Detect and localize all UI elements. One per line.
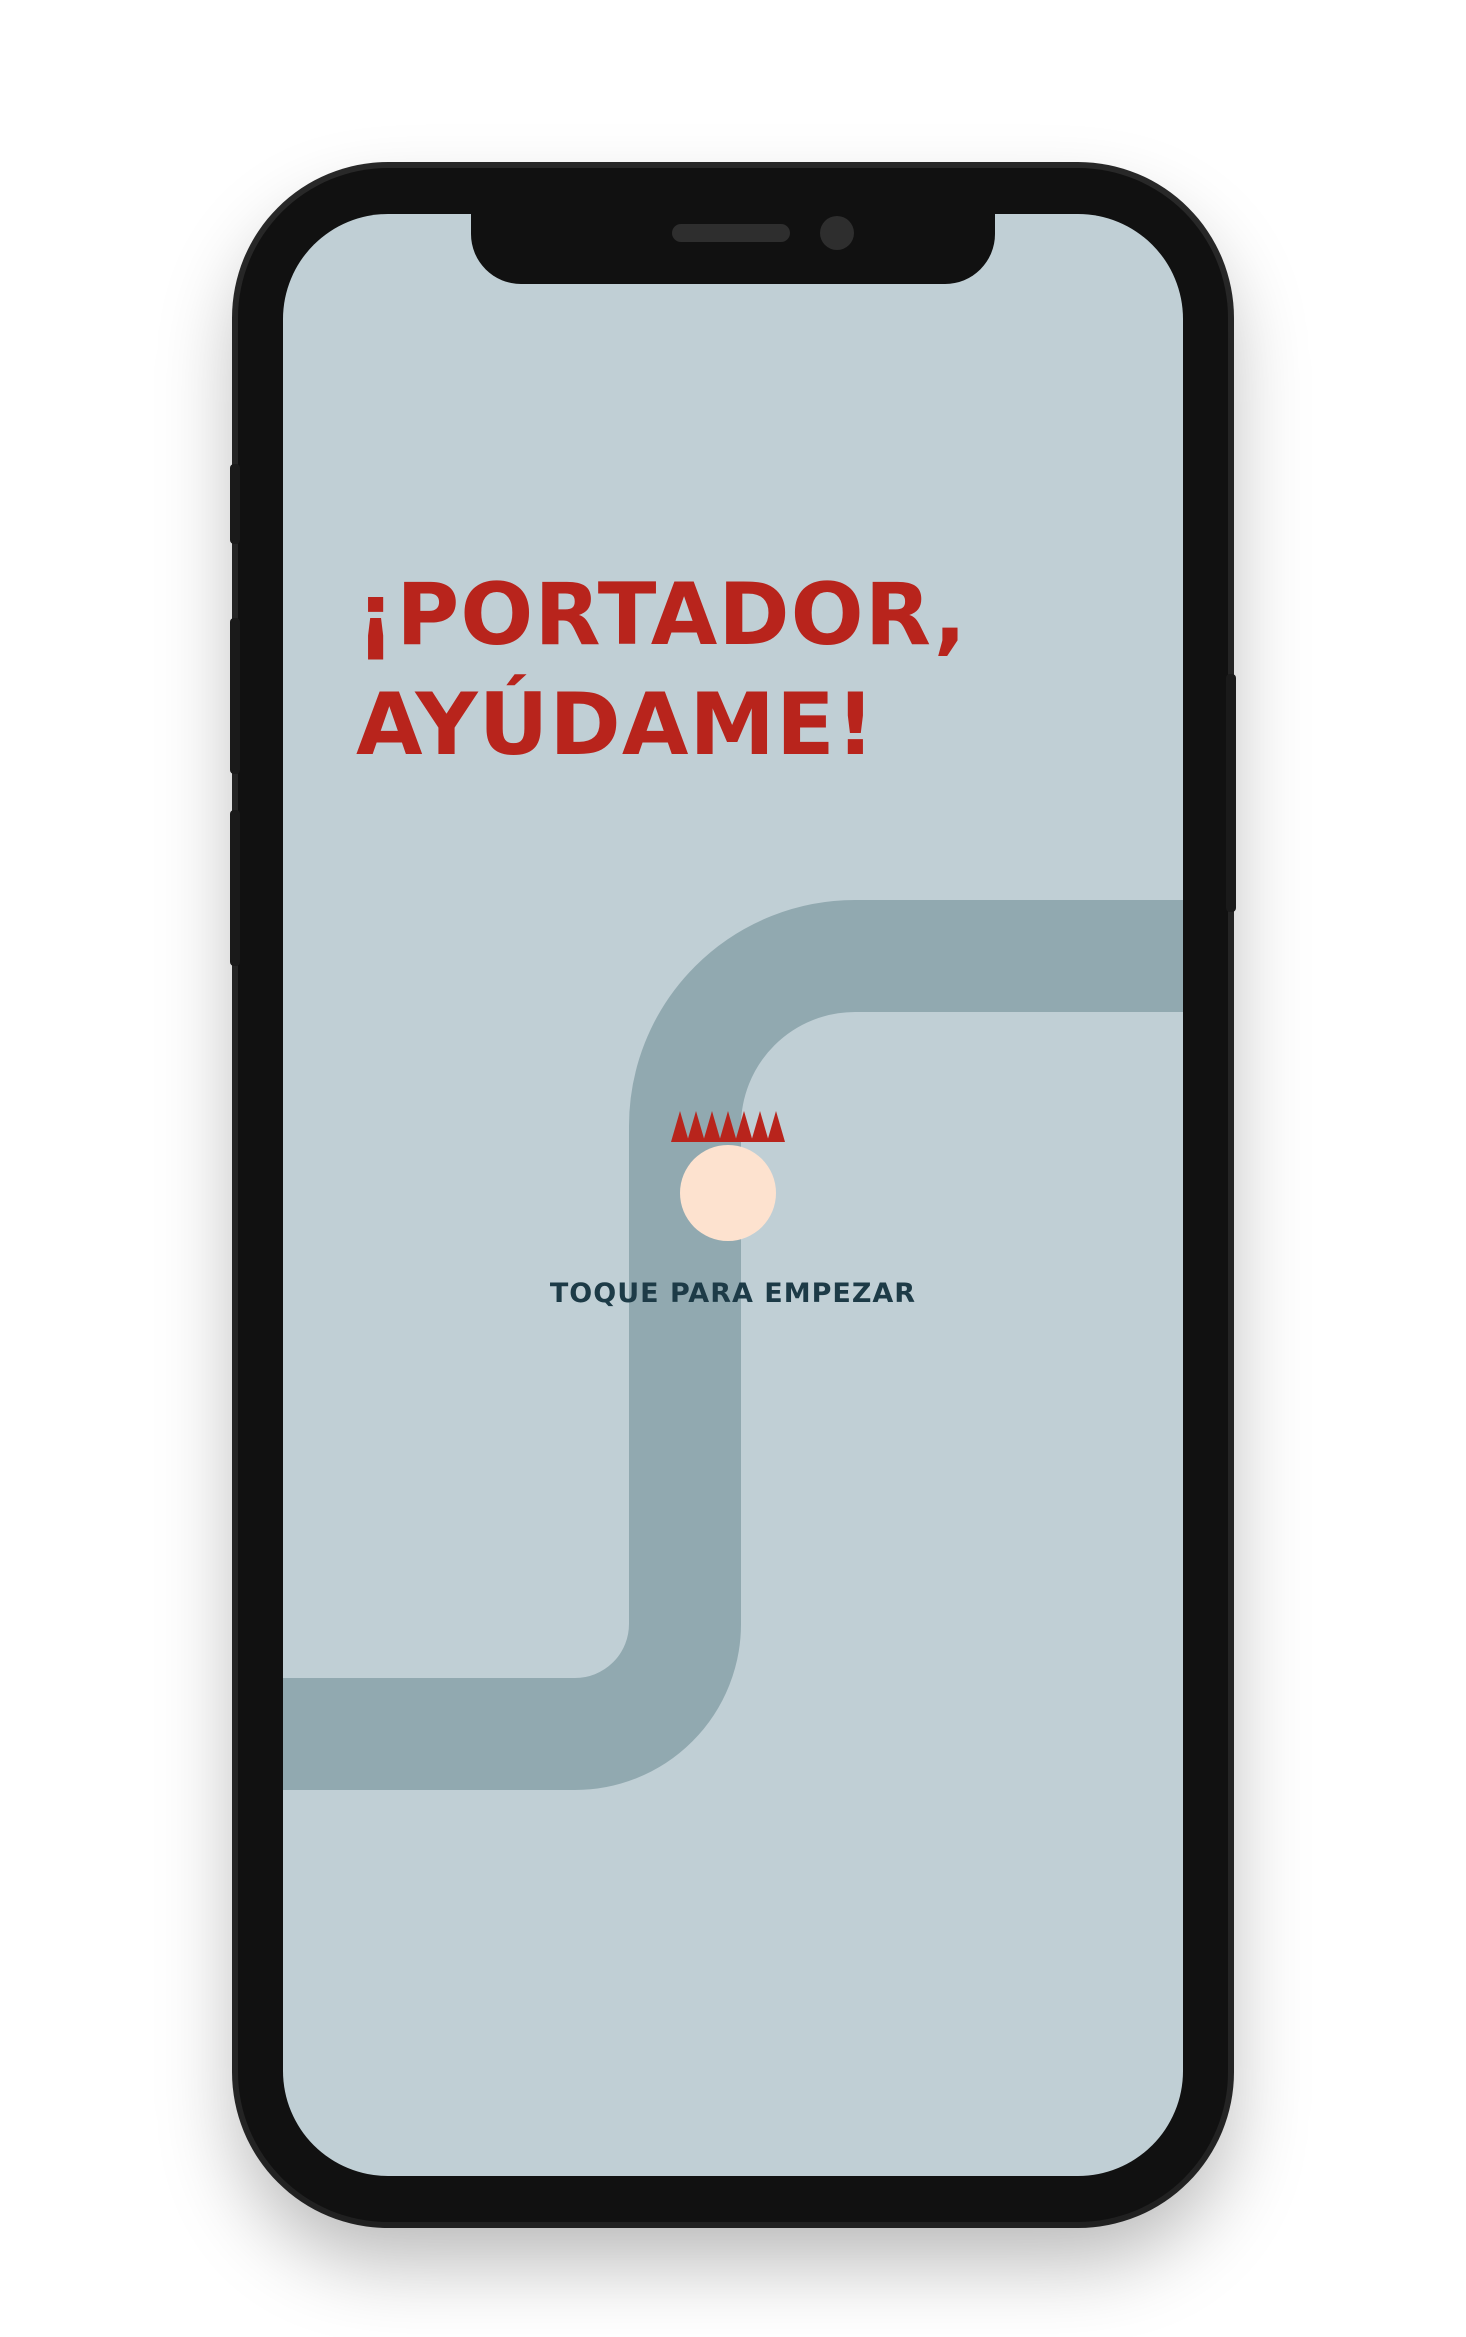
pipe-track <box>283 900 1183 1790</box>
speaker-grille <box>672 224 790 242</box>
volume-up-button <box>230 618 240 774</box>
game-title-line-1: ¡PORTADOR, <box>356 565 968 665</box>
game-canvas[interactable] <box>283 214 1183 2176</box>
stage: ¡PORTADOR, AYÚDAME! TOQUE PARA EMPEZAR <box>0 0 1466 2337</box>
front-camera <box>820 216 854 250</box>
spike-6 <box>751 1111 769 1142</box>
start-prompt[interactable]: TOQUE PARA EMPEZAR <box>283 1278 1183 1309</box>
volume-down-button <box>230 810 240 966</box>
spike-7 <box>767 1111 785 1142</box>
game-title-line-2: AYÚDAME! <box>356 675 876 775</box>
game-title: ¡PORTADOR, AYÚDAME! <box>356 560 1116 780</box>
mute-switch <box>230 464 240 544</box>
power-button <box>1226 674 1236 912</box>
ball-icon <box>680 1145 776 1241</box>
